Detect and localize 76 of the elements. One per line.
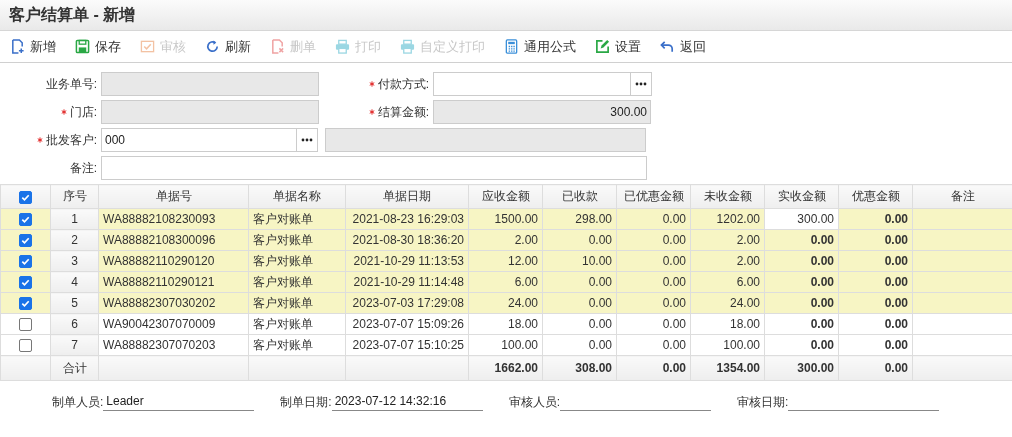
input-field[interactable]: 300.00: [433, 100, 651, 124]
column-header: 单据名称: [248, 184, 346, 209]
input-field[interactable]: [101, 100, 319, 124]
table-cell: 100.00: [690, 334, 765, 356]
input-field[interactable]: [433, 72, 631, 96]
table-cell: 0.00: [616, 313, 691, 335]
column-header: 单据号: [98, 184, 249, 209]
table-cell: WA88882307070203: [98, 334, 249, 356]
field-label: 制单日期:: [280, 394, 332, 411]
field-label: 门店:: [69, 104, 97, 119]
more-button[interactable]: [631, 72, 652, 96]
refresh-icon: [205, 39, 220, 54]
checkbox[interactable]: [19, 339, 32, 353]
checkbox[interactable]: [19, 190, 32, 204]
table-cell: 客户对账单: [248, 334, 346, 356]
toolbar-button[interactable]: 通用公式: [500, 35, 580, 58]
table-cell: 客户对账单: [248, 313, 346, 335]
toolbar-button[interactable]: 设置: [591, 35, 645, 58]
table-cell: 18.00: [468, 313, 543, 335]
table-cell[interactable]: 0.00: [764, 313, 839, 335]
checkbox[interactable]: [19, 318, 32, 332]
table-cell: 100.00: [468, 334, 543, 356]
printer-icon: [400, 39, 415, 54]
checkbox[interactable]: [19, 213, 32, 227]
window-title: 客户结算单 - 新增: [9, 4, 136, 25]
checkbox[interactable]: [19, 234, 32, 248]
table-cell: WA90042307070009: [98, 313, 249, 335]
column-header: 实收金额: [764, 184, 839, 209]
return-icon: [660, 39, 675, 54]
column-header: 序号: [50, 184, 99, 209]
table-cell: 2023-07-07 15:09:26: [345, 313, 469, 335]
column-header: 备注: [912, 184, 1012, 209]
edit-icon: [595, 39, 610, 54]
field-label: 批发客户:: [45, 132, 97, 147]
doc-plus-icon: [10, 39, 25, 54]
calculator-icon: [504, 39, 519, 54]
input-field[interactable]: 000: [101, 128, 297, 152]
toolbar-button[interactable]: 新增: [6, 35, 60, 58]
toolbar-button[interactable]: 保存: [71, 35, 125, 58]
field-label: 付款方式:: [377, 76, 429, 91]
table-cell[interactable]: 0.00: [838, 334, 913, 356]
more-icon: [301, 138, 313, 142]
fill-in-line: 2023-07-12 14:32:16: [331, 394, 483, 411]
table-cell[interactable]: 0.00: [838, 313, 913, 335]
toolbar-button[interactable]: 刷新: [201, 35, 255, 58]
column-header: 应收金额: [468, 184, 543, 209]
table-cell: 2023-07-07 15:10:25: [345, 334, 469, 356]
checkbox[interactable]: [19, 276, 32, 290]
table-cell: 0.00: [542, 313, 617, 335]
checkbox-icon: [140, 39, 155, 54]
table-cell: 0.00: [616, 334, 691, 356]
column-header: 未收金额: [690, 184, 765, 209]
toolbar-button[interactable]: 返回: [656, 35, 710, 58]
field-label: 备注:: [69, 160, 97, 175]
field-label: 审核日期:: [737, 394, 789, 411]
field-label: 制单人员:: [52, 394, 104, 411]
fill-in-line: Leader: [103, 394, 255, 411]
doc-delete-icon: [270, 39, 285, 54]
save-icon: [75, 39, 90, 54]
checkbox[interactable]: [19, 297, 32, 311]
column-header: 单据日期: [345, 184, 469, 209]
column-header: 已优惠金额: [616, 184, 691, 209]
column-header: 优惠金额: [838, 184, 913, 209]
table-cell[interactable]: 0.00: [764, 334, 839, 356]
field-label: 结算金额:: [377, 104, 429, 119]
column-header: 已收款: [542, 184, 617, 209]
printer-icon: [335, 39, 350, 54]
input-field[interactable]: [101, 72, 319, 96]
input-field[interactable]: [101, 156, 647, 180]
field-label: 业务单号:: [45, 76, 97, 91]
more-icon: [635, 82, 647, 86]
field-label: 审核人员:: [508, 394, 561, 411]
checkbox[interactable]: [19, 255, 32, 269]
more-button[interactable]: [297, 128, 318, 152]
table-cell: 0.00: [542, 334, 617, 356]
table-cell: 18.00: [690, 313, 765, 335]
